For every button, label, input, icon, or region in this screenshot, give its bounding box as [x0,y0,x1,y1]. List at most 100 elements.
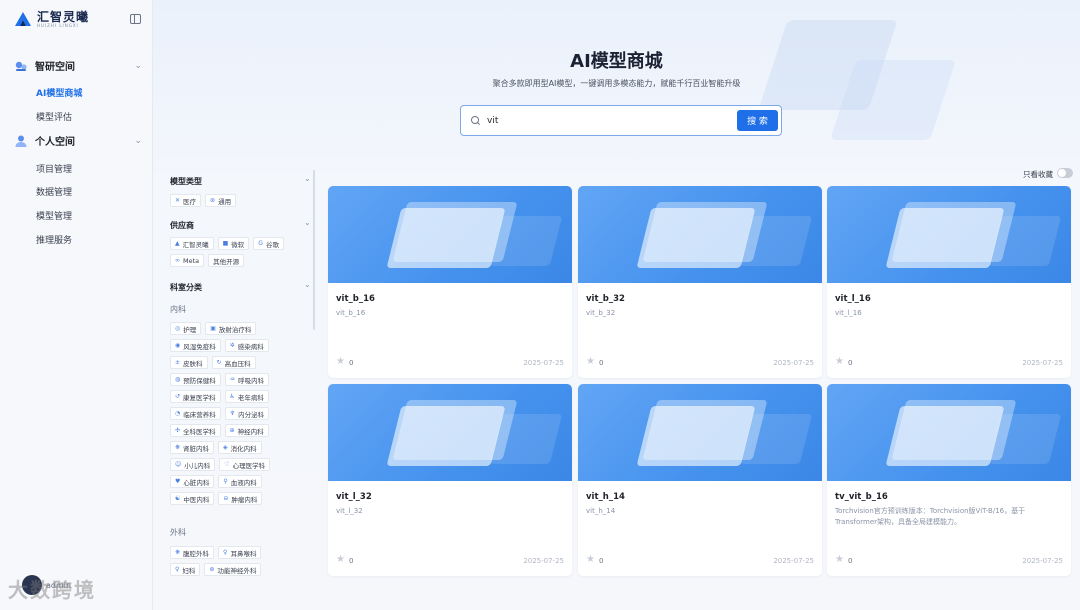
model-card-star-count: 0 [349,359,354,367]
filter-model-type-title: 模型类型 [170,177,202,186]
model-card-banner [827,186,1071,283]
filter-tag[interactable]: ✲ 感染病科 [224,339,269,352]
filter-tag[interactable]: ♆ 内分泌科 [224,407,270,420]
tag-label: 谷歌 [265,240,279,249]
tag-label: 通用 [218,197,232,206]
tag-icon: ⚲ [223,478,228,485]
star-icon[interactable]: ★ [835,356,844,367]
sidebar-group-personal[interactable]: 个人空间 ⌄ [14,133,142,148]
sidebar-item-model-eval[interactable]: 模型评估 [36,110,72,123]
tag-label: 心理医学科 [232,461,266,470]
model-card[interactable]: vit_b_32 vit_b_32 ★ 0 2025-07-25 [578,186,822,378]
filter-tag[interactable]: ⚲ 血液内科 [218,475,262,488]
filter-tag[interactable]: ▲ 汇智灵曦 [170,237,214,250]
filter-tag[interactable]: ❋ 肾脏内科 [170,441,215,454]
chevron-down-icon: ⌄ [134,60,142,71]
star-icon[interactable]: ★ [336,356,345,367]
filter-tag[interactable]: 其他开源 [208,254,245,267]
chevron-down-icon[interactable]: ⌄ [304,280,311,289]
tag-icon: ◈ [223,444,228,451]
model-card-banner [578,384,822,481]
tag-label: 临床营养科 [183,410,216,419]
sidebar-item-models[interactable]: 模型管理 [36,209,72,222]
sidebar-item-ai-model-store[interactable]: AI模型商城 [36,86,82,99]
filter-tag[interactable]: ◎ 护理 [170,322,202,335]
filter-tag[interactable]: ❋ 腹腔外科 [170,546,215,559]
search-button[interactable]: 搜 索 [737,110,778,131]
star-icon[interactable]: ★ [336,554,345,565]
filter-tag[interactable]: ■ 微软 [217,237,250,250]
model-card-date: 2025-07-25 [523,557,564,565]
search-input[interactable] [487,115,737,126]
filter-tag[interactable]: ♒ 呼吸内科 [224,373,270,386]
filter-vendor-title: 供应商 [170,221,194,230]
star-icon[interactable]: ★ [835,554,844,565]
search-bar: 搜 索 [460,105,782,136]
filter-surgery-title: 外科 [170,528,186,537]
star-icon[interactable]: ★ [586,554,595,565]
model-card[interactable]: vit_b_16 vit_b_16 ★ 0 2025-07-25 [328,186,572,378]
filter-tag[interactable]: ◉ 风湿免疫科 [170,339,221,352]
tag-label: 内分泌科 [238,410,265,419]
model-card-name: vit_h_14 [586,492,625,502]
filter-tag[interactable]: ⊛ 功能神经外科 [204,563,262,576]
filter-tag[interactable]: ◍ 预防保健科 [170,373,221,386]
tag-label: 医疗 [183,197,197,206]
research-space-icon [15,61,27,71]
filter-tag[interactable]: ∞ Meta [170,254,205,267]
model-card[interactable]: vit_l_16 vit_l_16 ★ 0 2025-07-25 [827,186,1071,378]
sidebar-collapse-icon[interactable] [130,14,141,24]
filter-tag[interactable]: ▣ 放射治疗科 [205,322,257,335]
filter-tag[interactable]: ☯ 中医内科 [170,492,215,505]
filter-panel: 模型类型 ⌄ ✕ 医疗 ⊛ 通用 供应商 ⌄ ▲ 汇智灵曦 ■ 微软 G 谷歌 ∞ Meta 其他开源… [165,168,317,588]
tag-label: 呼吸内科 [238,376,265,385]
chevron-down-icon[interactable]: ⌄ [304,174,311,183]
filter-tag[interactable]: ⊛ 通用 [205,194,237,207]
filter-tag[interactable]: ⊕ 神经内科 [224,424,269,437]
sidebar-item-inference[interactable]: 推理服务 [36,233,72,246]
filter-tag[interactable]: ♡ 心理医学科 [219,458,271,471]
tag-icon: ✲ [229,342,235,349]
filter-tag[interactable]: G 谷歌 [253,237,284,250]
tag-label: 神经内科 [237,427,264,436]
filter-scrollbar[interactable] [313,170,315,330]
model-card[interactable]: vit_h_14 vit_h_14 ★ 0 2025-07-25 [578,384,822,576]
brand-title: 汇智灵曦 [37,9,90,24]
filter-tag[interactable]: ♿ 老年病科 [224,390,269,403]
filter-tag[interactable]: ± 皮肤科 [170,356,208,369]
model-card[interactable]: tv_vit_b_16 Torchvision官方预训练版本：Torchvisio… [827,384,1071,576]
filter-tag[interactable]: ♥ 心脏内科 [170,475,215,488]
favorites-only-label: 只看收藏 [1023,170,1053,179]
filter-tag[interactable]: ✣ 全科医学科 [170,424,221,437]
filter-tag[interactable]: ✕ 医疗 [170,194,202,207]
filter-tag[interactable]: ◈ 消化内科 [218,441,262,454]
filter-tag[interactable]: ♀ 妇科 [170,563,201,576]
brand-logo[interactable]: 汇智灵曦 HUIZHI LINGXI [14,10,89,28]
tag-label: 护理 [183,325,197,334]
brand-subtitle: HUIZHI LINGXI [37,22,79,28]
star-icon[interactable]: ★ [586,356,595,367]
model-card-description: vit_b_16 [336,309,366,317]
model-card-date: 2025-07-25 [773,359,814,367]
favorites-only-toggle[interactable] [1057,168,1073,178]
sidebar-group-research[interactable]: 智研空间 ⌄ [14,58,142,73]
model-card[interactable]: vit_l_32 vit_l_32 ★ 0 2025-07-25 [328,384,572,576]
filter-tag[interactable]: ↻ 高血压科 [211,356,256,369]
tag-icon: ✣ [175,427,181,434]
filter-tag[interactable]: ⊖ 肿瘤内科 [218,492,263,505]
tag-label: 腹腔外科 [183,549,210,558]
sidebar-item-projects[interactable]: 项目管理 [36,162,72,175]
filter-tag[interactable]: ♀ 耳鼻喉科 [218,546,262,559]
chevron-down-icon[interactable]: ⌄ [304,218,311,227]
tag-label: 心脏内科 [183,478,210,487]
model-card-star-count: 0 [349,557,354,565]
filter-tag[interactable]: ↺ 康复医学科 [170,390,221,403]
filter-tag[interactable]: ◔ 临床营养科 [170,407,221,420]
model-card-star-count: 0 [599,557,604,565]
tag-icon: ☯ [175,495,181,502]
watermark: 大数跨境 [8,578,96,602]
model-card-banner [827,384,1071,481]
filter-tag[interactable]: ☺ 小儿内科 [170,458,216,471]
user-icon [15,135,27,147]
sidebar-item-data[interactable]: 数据管理 [36,185,72,198]
